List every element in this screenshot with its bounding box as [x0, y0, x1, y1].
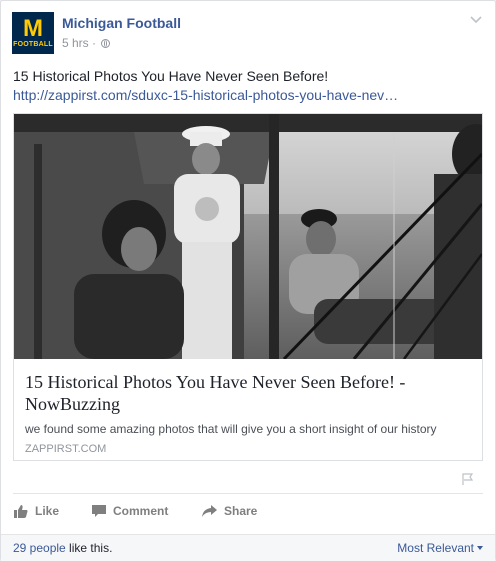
share-label: Share	[224, 504, 258, 518]
flag-icon[interactable]	[461, 472, 475, 486]
attachment-title[interactable]: 15 Historical Photos You Have Never Seen…	[25, 371, 465, 415]
attachment-description: we found some amazing photos that will g…	[25, 422, 437, 436]
likes-count-link[interactable]: 29 people	[13, 541, 66, 555]
post-time[interactable]: 5 hrs	[62, 36, 89, 50]
chevron-down-icon[interactable]	[468, 12, 484, 28]
comment-label: Comment	[113, 504, 169, 518]
page-name-link[interactable]: Michigan Football	[62, 15, 181, 31]
comment-icon	[92, 504, 106, 517]
post-actions: Like Comment Share	[13, 498, 483, 524]
share-arrow-icon	[202, 504, 217, 517]
likes-summary: 29 people like this.	[13, 541, 112, 555]
post-card: M FOOTBALL Michigan Football 5 hrs · 15 …	[0, 0, 496, 561]
globe-icon	[101, 39, 111, 48]
post-link[interactable]: http://zappirst.com/sduxc-15-historical-…	[13, 86, 408, 105]
sort-label: Most Relevant	[397, 541, 474, 555]
attachment-domain: ZAPPIRST.COM	[25, 443, 107, 455]
thumbs-up-icon	[14, 504, 28, 518]
post-text: 15 Historical Photos You Have Never Seen…	[13, 68, 329, 84]
post-header: M FOOTBALL Michigan Football 5 hrs ·	[12, 12, 484, 57]
like-label: Like	[35, 504, 60, 518]
logo-text: FOOTBALL	[13, 41, 53, 48]
post-meta: 5 hrs ·	[62, 36, 111, 50]
meta-separator: ·	[92, 36, 97, 50]
share-button[interactable]: Share	[201, 498, 257, 524]
page-avatar[interactable]: M FOOTBALL	[12, 12, 54, 54]
comment-button[interactable]: Comment	[91, 498, 168, 524]
logo-letter: M	[23, 15, 43, 42]
post-message: 15 Historical Photos You Have Never Seen…	[13, 67, 483, 105]
actions-divider	[13, 493, 483, 494]
like-button[interactable]: Like	[13, 498, 59, 524]
attachment-photo[interactable]	[14, 114, 482, 359]
link-attachment[interactable]: 15 Historical Photos You Have Never Seen…	[13, 113, 483, 461]
post-footer: 29 people like this. Most Relevant	[1, 534, 495, 561]
likes-suffix: like this.	[65, 541, 113, 555]
sort-dropdown[interactable]: Most Relevant	[397, 541, 483, 555]
caret-down-icon	[477, 546, 483, 550]
